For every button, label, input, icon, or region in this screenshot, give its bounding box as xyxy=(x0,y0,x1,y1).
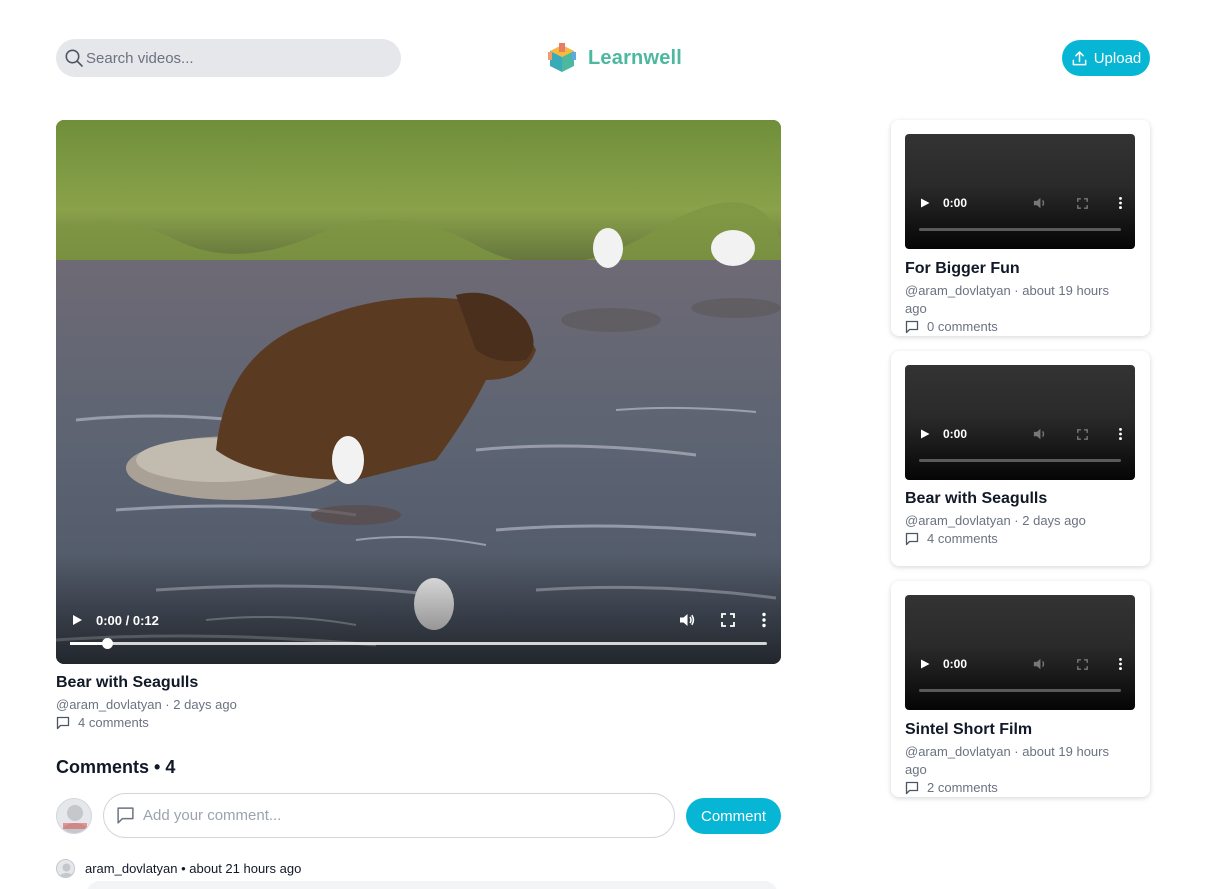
controls-gradient xyxy=(56,554,781,664)
search-input[interactable] xyxy=(86,49,386,67)
card-comments-count: 0 comments xyxy=(905,319,998,334)
logo-cube-icon xyxy=(548,43,576,72)
seek-bar[interactable] xyxy=(919,459,1121,462)
seek-bar[interactable] xyxy=(919,689,1121,692)
video-controls: 0:00 xyxy=(919,196,1123,210)
more-options-icon[interactable] xyxy=(1118,427,1123,441)
card-comments-count: 2 comments xyxy=(905,780,998,795)
seek-bar[interactable] xyxy=(919,228,1121,231)
video-thumbnail-player[interactable]: 0:00 xyxy=(905,365,1135,480)
video-title: Bear with Seagulls xyxy=(56,674,199,691)
fullscreen-icon[interactable] xyxy=(1077,658,1088,670)
avatar xyxy=(56,798,92,834)
logo-text: Learnwell xyxy=(588,46,683,69)
card-meta: @aram_dovlatyan · about 19 hours ago xyxy=(905,744,1109,777)
play-icon[interactable] xyxy=(919,658,931,670)
comment-body xyxy=(86,881,778,889)
card-title[interactable]: For Bigger Fun xyxy=(905,260,1020,278)
time-display: 0:00 / 0:12 xyxy=(96,612,159,628)
comment-item: aram_dovlatyan • about 21 hours ago xyxy=(56,859,301,878)
volume-icon[interactable] xyxy=(1033,196,1047,210)
comment-icon xyxy=(56,716,70,729)
video-thumbnail-player[interactable]: 0:00 xyxy=(905,134,1135,249)
video-controls: 0:00 / 0:12 xyxy=(70,612,767,628)
upload-icon xyxy=(1072,50,1087,65)
comments-count-label: 2 comments xyxy=(927,780,998,795)
fullscreen-icon[interactable] xyxy=(721,613,735,627)
more-options-icon[interactable] xyxy=(1118,196,1123,210)
comment-icon xyxy=(905,320,919,333)
logo[interactable]: Learnwell xyxy=(546,42,682,74)
comments-count-label: 0 comments xyxy=(927,319,998,334)
play-icon[interactable] xyxy=(919,428,931,440)
more-options-icon[interactable] xyxy=(1118,657,1123,671)
upload-label: Upload xyxy=(1093,49,1142,67)
comment-header: aram_dovlatyan • about 21 hours ago xyxy=(85,861,302,876)
comments-count-label: 4 comments xyxy=(78,715,149,730)
comment-icon xyxy=(905,532,919,545)
card-comments-count: 4 comments xyxy=(905,531,998,546)
comment-submit-button[interactable]: Comment xyxy=(686,798,781,834)
avatar-image xyxy=(57,860,74,877)
video-controls: 0:00 xyxy=(919,657,1123,671)
comments-count-label: 4 comments xyxy=(927,531,998,546)
play-icon[interactable] xyxy=(70,613,84,627)
upload-button[interactable]: Upload xyxy=(1062,40,1150,76)
volume-icon[interactable] xyxy=(679,612,695,628)
fullscreen-icon[interactable] xyxy=(1077,428,1088,440)
video-comments-count: 4 comments xyxy=(56,715,149,730)
time-display: 0:00 xyxy=(943,657,968,671)
volume-icon[interactable] xyxy=(1033,427,1047,441)
card-meta: @aram_dovlatyan · 2 days ago xyxy=(905,513,1086,528)
search-bar[interactable] xyxy=(56,39,401,77)
card-title[interactable]: Bear with Seagulls xyxy=(905,490,1047,508)
comment-input-box[interactable] xyxy=(103,793,675,838)
comment-icon xyxy=(905,781,919,794)
card-meta: @aram_dovlatyan · about 19 hours ago xyxy=(905,283,1109,316)
seek-bar[interactable] xyxy=(70,638,767,649)
fullscreen-icon[interactable] xyxy=(1077,197,1088,209)
seek-bar-fill xyxy=(70,642,106,645)
avatar-image xyxy=(57,799,91,833)
video-meta: @aram_dovlatyan · 2 days ago xyxy=(56,697,237,712)
sidebar-video-card[interactable]: 0:00 Sintel Short Film @aram_dovlatyan ·… xyxy=(891,581,1150,797)
sidebar-video-card[interactable]: 0:00 For Bigger Fun @aram_dovlatyan · ab… xyxy=(891,120,1150,336)
card-title[interactable]: Sintel Short Film xyxy=(905,721,1032,739)
comment-input[interactable] xyxy=(143,807,643,824)
main-video-player[interactable]: 0:00 / 0:12 xyxy=(56,120,781,664)
sidebar-video-card[interactable]: 0:00 Bear with Seagulls @aram_dovlatyan … xyxy=(891,351,1150,566)
volume-icon[interactable] xyxy=(1033,657,1047,671)
time-display: 0:00 xyxy=(943,196,968,210)
comment-avatar xyxy=(56,859,75,878)
video-controls: 0:00 xyxy=(919,427,1123,441)
more-options-icon[interactable] xyxy=(761,612,767,628)
search-icon xyxy=(65,49,83,67)
comments-heading: Comments • 4 xyxy=(56,757,176,777)
play-icon[interactable] xyxy=(919,197,931,209)
seek-bar-handle[interactable] xyxy=(102,638,113,649)
video-thumbnail-player[interactable]: 0:00 xyxy=(905,595,1135,710)
time-display: 0:00 xyxy=(943,427,968,441)
comment-icon xyxy=(117,807,134,824)
